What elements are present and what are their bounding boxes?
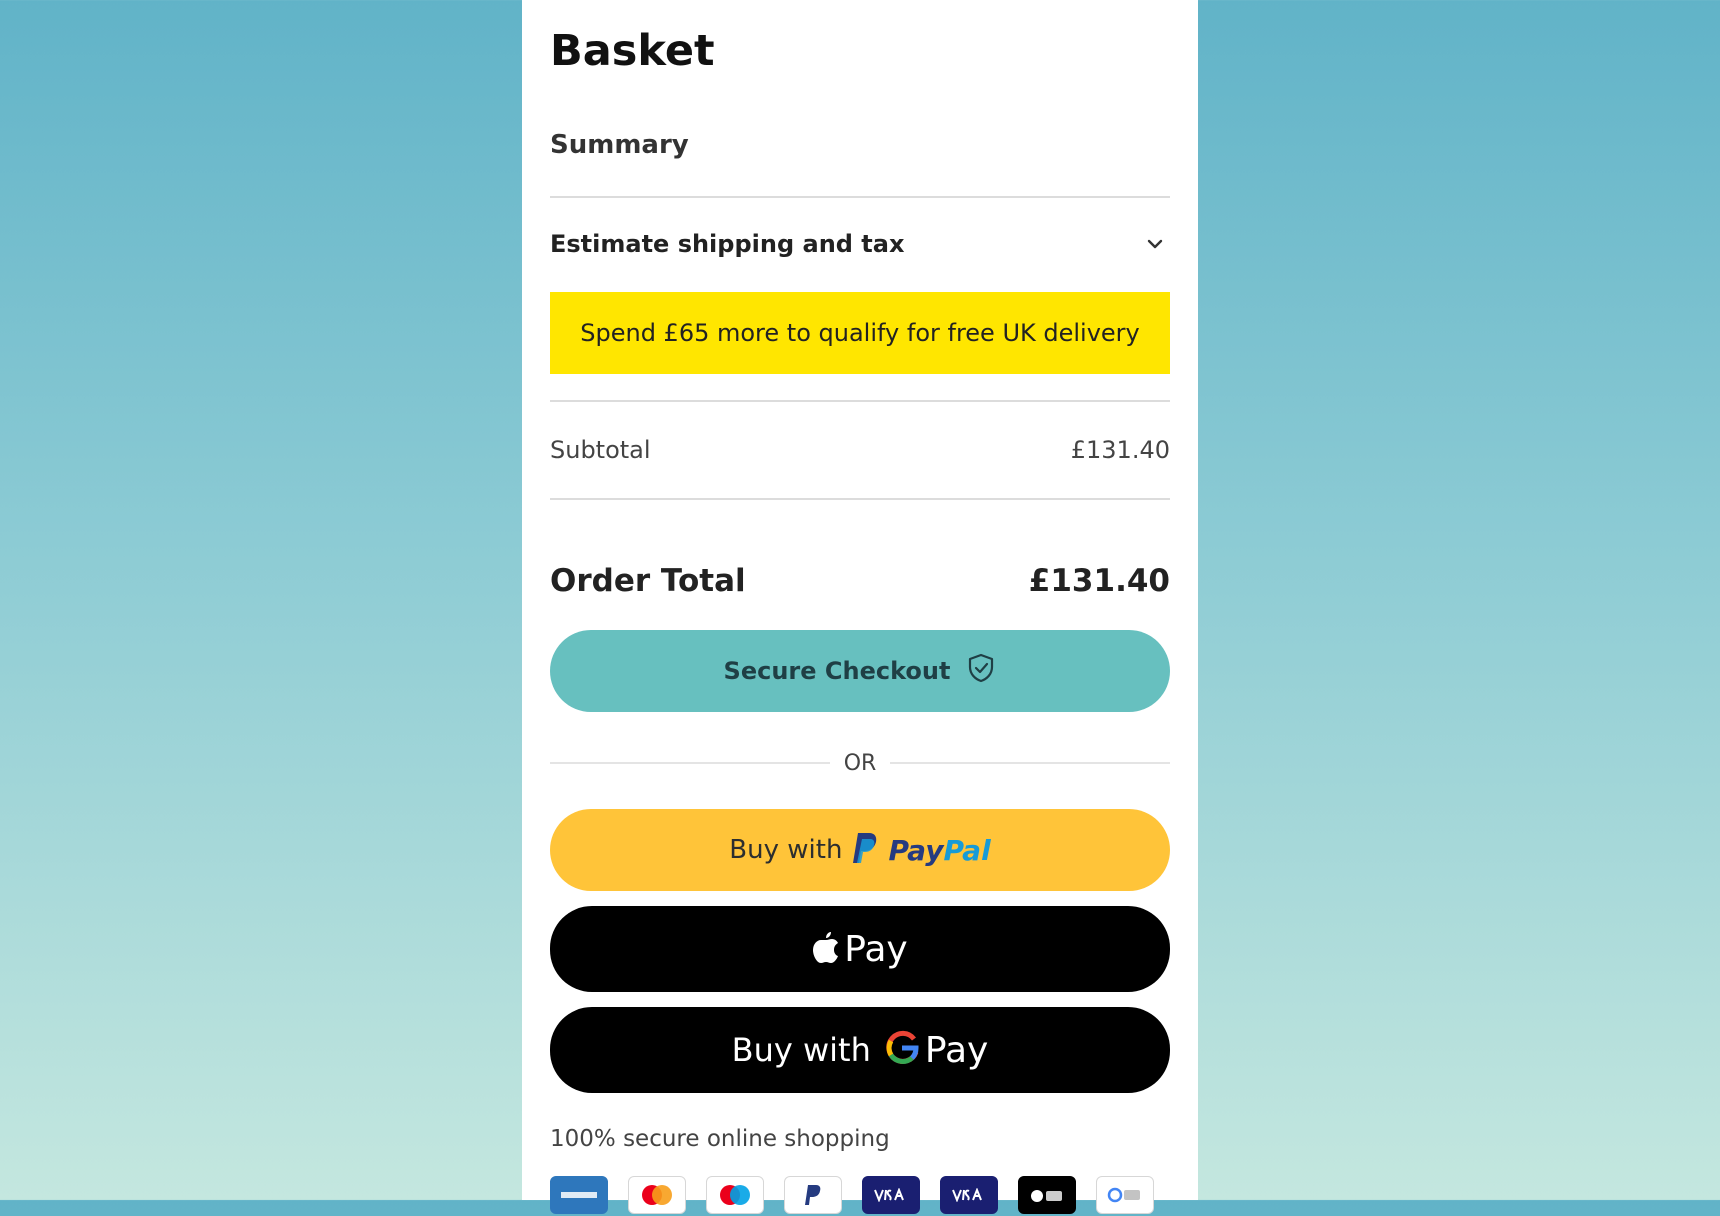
secure-checkout-button[interactable]: Secure Checkout: [550, 630, 1170, 712]
order-total-row: Order Total £131.40: [550, 556, 1170, 606]
chevron-down-icon: [1140, 229, 1170, 259]
amex-icon: [550, 1176, 608, 1214]
apple-logo-icon: [812, 930, 840, 969]
divider: [550, 762, 830, 764]
order-total-value: £131.40: [1028, 563, 1170, 599]
secure-checkout-label: Secure Checkout: [723, 657, 951, 685]
google-pay-icon: [1096, 1176, 1154, 1214]
or-divider: OR: [550, 748, 1171, 778]
subtotal-label: Subtotal: [550, 436, 651, 464]
summary-heading: Summary: [550, 130, 689, 160]
order-total-label: Order Total: [550, 563, 746, 599]
payment-methods-row: [550, 1176, 1170, 1216]
visa-icon: [940, 1176, 998, 1214]
paypal-prefix: Buy with: [729, 835, 843, 865]
google-pay-prefix: Buy with: [731, 1031, 871, 1069]
apple-pay-icon: [1018, 1176, 1076, 1214]
paypal-wordmark: PayPal: [888, 834, 990, 867]
google-pay-wordmark: Pay: [885, 1030, 988, 1071]
paypal-icon: [784, 1176, 842, 1214]
divider: [550, 196, 1170, 198]
google-pay-button[interactable]: Buy with Pay: [550, 1007, 1170, 1093]
free-delivery-text: Spend £65 more to qualify for free UK de…: [580, 319, 1140, 347]
paypal-logo-icon: [850, 830, 880, 871]
shield-check-icon: [966, 652, 996, 690]
paypal-word-pal: Pal: [943, 833, 991, 867]
page-title: Basket: [550, 26, 715, 76]
maestro-icon: [706, 1176, 764, 1214]
basket-panel: Basket Summary Estimate shipping and tax…: [522, 0, 1198, 1214]
paypal-button[interactable]: Buy with PayPal: [550, 809, 1170, 891]
paypal-word-pay: Pay: [888, 833, 944, 867]
mastercard-icon: [628, 1176, 686, 1214]
visa-icon: [862, 1176, 920, 1214]
apple-pay-button[interactable]: Pay: [550, 906, 1170, 992]
secure-shopping-text: 100% secure online shopping: [550, 1126, 890, 1152]
subtotal-row: Subtotal £131.40: [550, 428, 1170, 472]
subtotal-value: £131.40: [1070, 436, 1170, 464]
divider: [550, 498, 1170, 500]
divider: [890, 762, 1171, 764]
or-label: OR: [843, 750, 877, 776]
apple-pay-text: Pay: [844, 928, 908, 970]
google-g-icon: [885, 1030, 919, 1071]
divider: [550, 400, 1170, 402]
free-delivery-banner: Spend £65 more to qualify for free UK de…: [550, 292, 1170, 374]
google-pay-text: Pay: [924, 1029, 989, 1071]
estimate-shipping-toggle[interactable]: Estimate shipping and tax: [550, 222, 1170, 266]
estimate-shipping-label: Estimate shipping and tax: [550, 230, 905, 258]
